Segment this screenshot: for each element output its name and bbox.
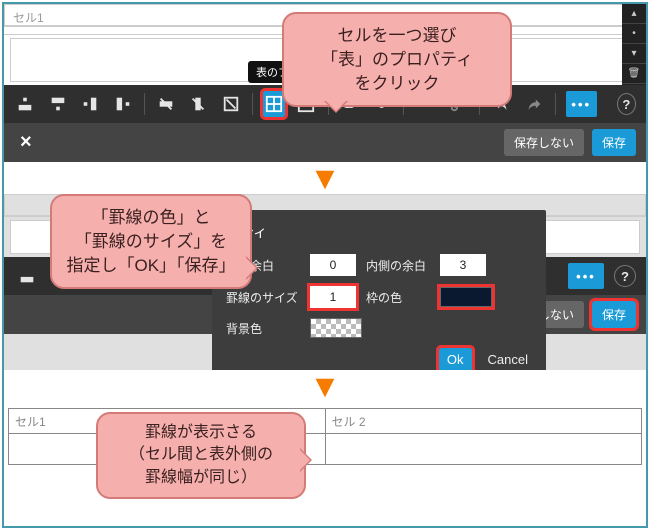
dialog-ok-button[interactable]: Ok (439, 348, 472, 370)
palette-up-icon[interactable]: ▴ (622, 4, 646, 24)
flow-arrow-2: ▼ (4, 370, 646, 402)
save-button[interactable]: 保存 (592, 129, 636, 156)
col-insert-left-icon[interactable] (79, 91, 101, 117)
toolbar-separator (555, 93, 556, 115)
outer-margin-input[interactable] (310, 254, 356, 276)
dont-save-button[interactable]: 保存しない (504, 129, 584, 156)
col-delete-icon[interactable] (187, 91, 209, 117)
toolbar-separator (144, 93, 145, 115)
result-cell-2[interactable]: セル 2 (326, 409, 642, 433)
row-insert-above-icon[interactable] (14, 263, 40, 289)
col-insert-right-icon[interactable] (111, 91, 133, 117)
bgcolor-swatch[interactable] (310, 318, 362, 338)
row-insert-below-icon[interactable] (46, 91, 68, 117)
inner-margin-input[interactable] (440, 254, 486, 276)
help-button-2[interactable]: ? (614, 265, 636, 287)
callout-3: 罫線が表示さる （セル間と表外側の 罫線幅が同じ） (96, 412, 306, 499)
border-size-label: 罫線のサイズ (226, 289, 300, 306)
border-size-input[interactable] (310, 286, 356, 308)
inner-margin-label: 内側の余白 (366, 257, 430, 274)
border-color-label: 枠の色 (366, 289, 430, 306)
table-properties-dialog: パティ 側の余白 内側の余白 罫線のサイズ 枠の色 背景色 Ok Cancel (212, 210, 546, 370)
palette-down-icon[interactable]: ▾ (622, 44, 646, 64)
toolbar-separator (252, 93, 253, 115)
more-button[interactable]: ••• (566, 91, 597, 117)
row-delete-icon[interactable] (155, 91, 177, 117)
callout-1: セルを一つ選び 「表」のプロパティ をクリック (282, 12, 512, 107)
bgcolor-label: 背景色 (226, 320, 300, 337)
close-button[interactable]: × (14, 131, 38, 154)
save-button-2[interactable]: 保存 (592, 301, 636, 328)
footer-bar-1: × 保存しない 保存 (4, 123, 646, 162)
help-button[interactable]: ? (617, 93, 636, 115)
dialog-title: パティ (226, 222, 532, 242)
border-color-swatch[interactable] (440, 287, 492, 307)
callout-2: 「罫線の色」と 「罫線のサイズ」を 指定し「OK」「保存」 (50, 194, 252, 289)
palette-dot-icon[interactable]: • (622, 24, 646, 44)
redo-button[interactable] (522, 91, 544, 117)
result-cell-4[interactable] (326, 434, 642, 464)
row-insert-above-icon[interactable] (14, 91, 36, 117)
dialog-cancel-button[interactable]: Cancel (484, 348, 532, 370)
more-button-2[interactable]: ••• (568, 263, 604, 289)
palette-trash-icon[interactable]: 🗑 (622, 64, 646, 84)
table-delete-icon[interactable] (219, 91, 241, 117)
flow-arrow-1: ▼ (4, 162, 646, 194)
